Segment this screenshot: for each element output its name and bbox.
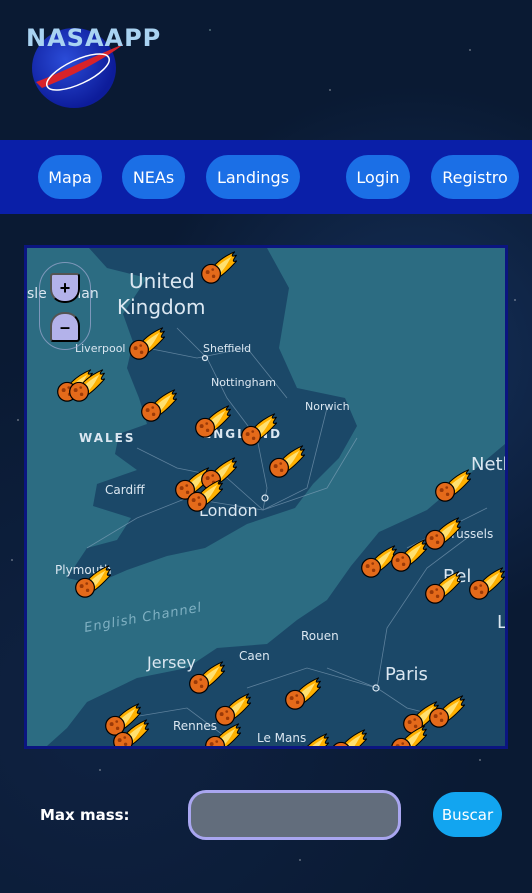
label-jersey: Jersey bbox=[146, 653, 196, 672]
nav-login-button[interactable]: Login bbox=[346, 155, 410, 199]
nav-registro-button[interactable]: Registro bbox=[431, 155, 519, 199]
label-netherlands: Neth bbox=[471, 454, 505, 475]
zoom-in-button[interactable]: + bbox=[50, 273, 80, 303]
label-kingdom: Kingdom bbox=[117, 295, 205, 319]
nav-neas-button[interactable]: NEAs bbox=[122, 155, 185, 199]
label-sheffield: Sheffield bbox=[203, 342, 251, 355]
label-rennes: Rennes bbox=[173, 719, 217, 733]
max-mass-label: Max mass: bbox=[40, 806, 130, 824]
nav-mapa-button[interactable]: Mapa bbox=[38, 155, 102, 199]
label-nottingham: Nottingham bbox=[211, 376, 276, 389]
label-l: L bbox=[497, 612, 505, 633]
app-logo[interactable]: NASAAPP bbox=[26, 24, 160, 108]
nav-landings-button[interactable]: Landings bbox=[206, 155, 300, 199]
label-cardiff: Cardiff bbox=[105, 483, 145, 497]
app-title: NASAAPP bbox=[26, 24, 162, 52]
search-button[interactable]: Buscar bbox=[433, 792, 502, 837]
map-tiles: sle of Man United Kingdom Liverpool Shef… bbox=[27, 248, 505, 746]
label-rouen: Rouen bbox=[301, 629, 339, 643]
max-mass-input[interactable] bbox=[188, 790, 401, 840]
zoom-out-button[interactable]: – bbox=[50, 312, 80, 342]
label-le-mans: Le Mans bbox=[257, 731, 306, 745]
label-norwich: Norwich bbox=[305, 400, 350, 413]
label-caen: Caen bbox=[239, 649, 270, 663]
main-nav: Mapa NEAs Landings Login Registro bbox=[0, 140, 532, 214]
label-liverpool: Liverpool bbox=[75, 342, 125, 355]
label-united: United bbox=[129, 269, 195, 293]
zoom-control: + – bbox=[39, 262, 91, 350]
landings-map[interactable]: sle of Man United Kingdom Liverpool Shef… bbox=[24, 245, 508, 749]
label-paris: Paris bbox=[385, 664, 428, 685]
label-wales: WALES bbox=[79, 431, 135, 445]
